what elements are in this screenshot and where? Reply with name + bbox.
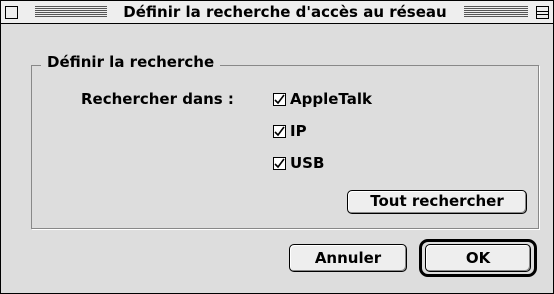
cancel-button[interactable]: Annuler	[289, 244, 407, 272]
checkbox-label: AppleTalk	[290, 90, 372, 108]
title-bar[interactable]: Définir la recherche d'accès au réseau	[1, 1, 553, 24]
checkbox-checked-icon[interactable]	[273, 124, 286, 138]
checkbox-appletalk[interactable]: AppleTalk	[273, 89, 372, 109]
checkbox-label: USB	[290, 154, 325, 172]
checkbox-checked-icon[interactable]	[273, 156, 286, 170]
close-box-icon[interactable]	[5, 6, 18, 19]
title-bar-stripes	[35, 6, 107, 17]
search-all-button[interactable]: Tout rechercher	[347, 190, 527, 214]
ok-button[interactable]: OK	[425, 244, 531, 272]
collapse-box-icon[interactable]	[536, 6, 549, 19]
dialog-window: Définir la recherche d'accès au réseau D…	[0, 0, 554, 294]
window-title: Définir la recherche d'accès au réseau	[123, 3, 447, 21]
checkbox-ip[interactable]: IP	[273, 121, 307, 141]
title-bar-stripes	[464, 6, 528, 17]
checkbox-label: IP	[290, 122, 307, 140]
search-in-label: Rechercher dans :	[81, 90, 234, 108]
checkbox-checked-icon[interactable]	[273, 92, 286, 106]
group-legend: Définir la recherche	[41, 52, 221, 72]
checkbox-usb[interactable]: USB	[273, 153, 324, 173]
